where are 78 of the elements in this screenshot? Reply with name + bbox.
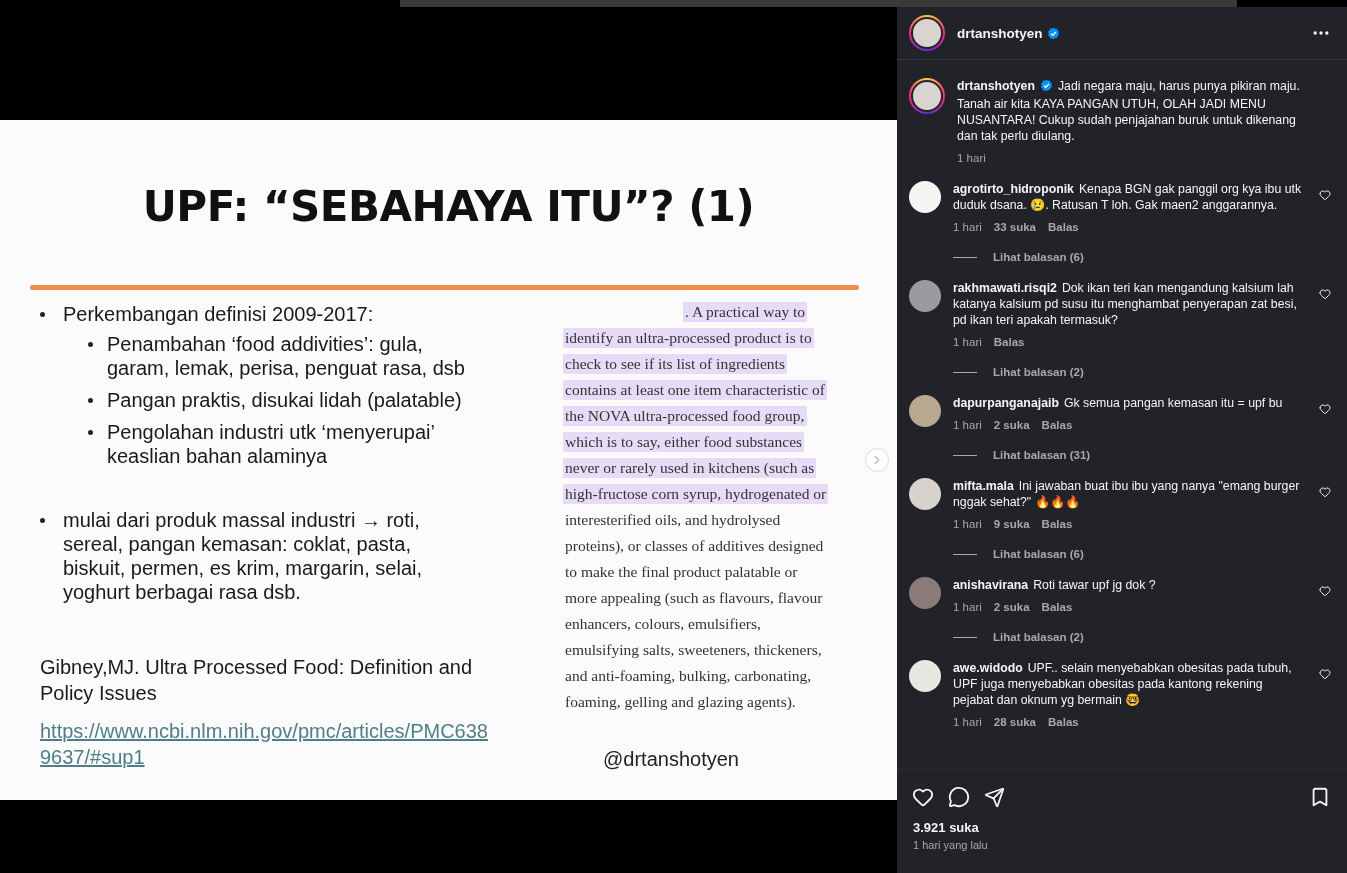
bullet-icon	[88, 398, 93, 403]
username-link[interactable]: drtanshotyen	[957, 79, 1035, 93]
heart-icon[interactable]	[1319, 189, 1331, 201]
comment-icon[interactable]	[948, 786, 970, 808]
username-link[interactable]: awe.widodo	[953, 661, 1023, 675]
timestamp: 1 hari	[953, 336, 982, 348]
caption-text: drtanshotyen Jadi negara maju, harus punya pikiran maju. Tanah air kita KAYA PANGAN UTUH, OLAH JADI MENU NUSANTARA! Cukup sudah penjajahan buruk untuk dikenang dan tak perlu diulang.	[957, 78, 1301, 144]
bullet-icon	[88, 342, 93, 347]
comment-text: dapurpanganajaib Gk semua pangan kemasan itu = upf bu	[953, 395, 1284, 411]
heart-icon[interactable]	[1319, 486, 1331, 498]
view-replies-button[interactable]: Lihat balasan (6)	[953, 251, 1307, 263]
username-link[interactable]: anishavirana	[953, 578, 1029, 592]
comment-text: mifta.mala Ini jawaban buat ibu ibu yang nanya "emang burger nggak sehat?" 🔥🔥🔥	[953, 478, 1301, 510]
username-link[interactable]: dapurpanganajaib	[953, 396, 1059, 410]
view-replies-button[interactable]: Lihat balasan (6)	[953, 548, 1307, 560]
reply-button[interactable]: Balas	[1041, 419, 1073, 431]
quote-line: emulsifying salts, sweeteners, thickeners,	[564, 640, 823, 660]
bullet-text: mulai dari produk massal industri → roti, sereal, pangan kemasan: coklat, pasta, biskuit, permen, es krim, margarin, selai, yoghurt berbagai rasa dsb.	[63, 508, 423, 604]
like-count[interactable]: 2 suka	[993, 419, 1030, 431]
like-count[interactable]: 33 suka	[993, 221, 1036, 233]
bullet-text: Perkembangan definisi 2009-2017:	[63, 302, 375, 326]
quote-line: to make the final product palatable or	[564, 562, 799, 582]
like-count[interactable]: 9 suka	[993, 518, 1030, 530]
like-count[interactable]: 28 suka	[993, 716, 1036, 728]
quote-line: and anti-foaming, bulking, carbonating,	[564, 666, 813, 686]
comment-text: anishavirana Roti tawar upf jg dok ?	[953, 577, 1157, 593]
view-replies-button[interactable]: Lihat balasan (31)	[953, 449, 1307, 461]
username[interactable]: drtanshotyen	[957, 25, 1043, 41]
bullet-text: Pengolahan industri utk ‘menyerupai’ keaslian bahan alaminya	[107, 420, 436, 468]
avatar[interactable]	[909, 478, 941, 510]
quote-line: foaming, gelling and glazing agents).	[564, 692, 797, 712]
reference-link[interactable]: https://www.ncbi.nlm.nih.gov/pmc/articles/PMC6389637/#sup1	[40, 718, 488, 770]
reply-button[interactable]: Balas	[1041, 601, 1073, 613]
quote-line: interesterified oils, and hydrolysed	[564, 510, 782, 530]
reply-button[interactable]: Balas	[993, 336, 1025, 348]
bullet-icon	[88, 430, 93, 435]
quote-line: enhancers, colours, emulsifiers,	[564, 614, 762, 634]
timestamp: 1 hari	[953, 419, 982, 431]
comment-text: agrotirto_hidroponik Kenapa BGN gak panggil org kya ibu utk duduk dsana. 😢. Ratusan T loh. Gak maen2 anggarannya.	[953, 181, 1303, 213]
username-link[interactable]: rakhmawati.risqi2	[953, 281, 1057, 295]
timestamp: 1 hari	[957, 152, 986, 164]
like-count[interactable]: 2 suka	[993, 601, 1030, 613]
heart-icon[interactable]	[1319, 403, 1331, 415]
slide-handle: @drtanshotyen	[603, 748, 740, 771]
slide-title: UPF: “SEBAHAYA ITU”? (1)	[141, 181, 756, 233]
avatar[interactable]	[909, 181, 941, 213]
heart-icon[interactable]	[912, 786, 934, 808]
bullet-text: Pangan praktis, disukai lidah (palatable)	[107, 388, 463, 412]
bullet-text: Penambahan ‘food addivities’: gula, garam, lemak, perisa, penguat rasa, dsb	[107, 332, 466, 380]
reply-button[interactable]: Balas	[1041, 518, 1073, 530]
username-link[interactable]: agrotirto_hidroponik	[953, 182, 1074, 196]
heart-icon[interactable]	[1319, 288, 1331, 300]
timestamp: 1 hari	[953, 601, 982, 613]
bullet-icon	[40, 518, 45, 523]
quote-line: proteins), or classes of additives designed	[564, 536, 825, 556]
comment-text: rakhmawati.risqi2 Dok ikan teri kan mengandung kalsium lah katanya kalsium pd susu itu menghambat penyerapan zat besi, pd ikan teri apakah termasuk?	[953, 280, 1298, 328]
view-replies-button[interactable]: Lihat balasan (2)	[953, 366, 1307, 378]
timestamp: 1 hari	[953, 716, 982, 728]
send-icon[interactable]	[984, 786, 1005, 808]
avatar[interactable]	[909, 15, 945, 51]
avatar[interactable]	[909, 280, 941, 312]
view-replies-button[interactable]: Lihat balasan (2)	[953, 631, 1307, 643]
avatar[interactable]	[909, 395, 941, 427]
username-link[interactable]: mifta.mala	[953, 479, 1014, 493]
bullet-icon	[40, 312, 45, 317]
heart-icon[interactable]	[1319, 668, 1331, 680]
timestamp: 1 hari	[953, 518, 982, 530]
post-date: 1 hari yang lalu	[912, 838, 989, 853]
timestamp: 1 hari	[953, 221, 982, 233]
avatar[interactable]	[909, 78, 945, 114]
reply-button[interactable]: Balas	[1048, 716, 1079, 728]
reference-text: Gibney,MJ. Ultra Processed Food: Definition and Policy Issues	[40, 655, 474, 706]
quote-line: more appealing (such as flavours, flavour	[564, 588, 824, 608]
like-count[interactable]: 3.921 suka	[897, 814, 1347, 835]
comment-text: awe.widodo UPF.. selain menyebabkan obesitas pada tubuh, UPF juga menyebabkan obesitas pada kantong rekening pejabat dan oknum yg bermain 🤓	[953, 660, 1293, 708]
reply-button[interactable]: Balas	[1048, 221, 1079, 233]
heart-icon[interactable]	[1319, 585, 1331, 597]
avatar[interactable]	[909, 660, 941, 692]
